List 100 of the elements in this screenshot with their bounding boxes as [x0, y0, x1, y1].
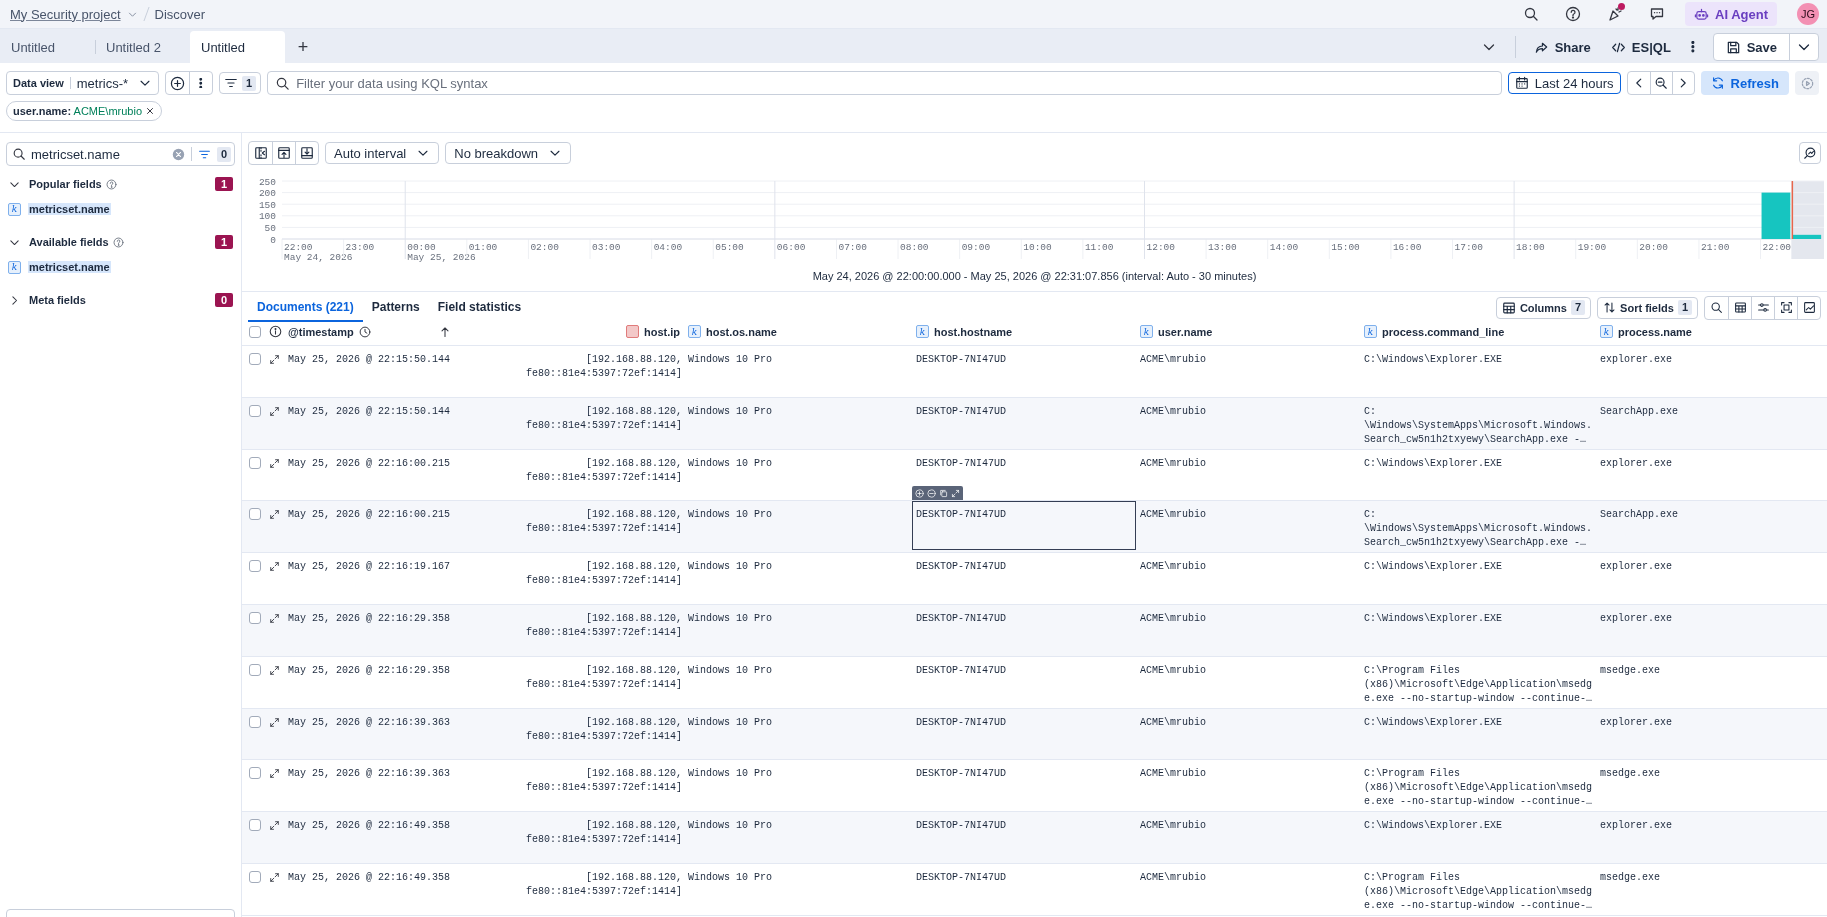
table-cell: May 25, 2026 @ 22:16:39.363 — [288, 768, 451, 780]
table-cell: DESKTOP-7NI47UD — [912, 501, 1136, 551]
row-checkbox[interactable] — [249, 767, 261, 780]
section-toggle[interactable]: Popular fields 1 — [6, 173, 235, 195]
field-item[interactable]: metricset.name — [28, 203, 111, 215]
expand-icon — [269, 457, 280, 469]
row-checkbox[interactable] — [249, 456, 261, 469]
row-checkbox[interactable] — [249, 404, 261, 417]
table-cell: explorer.exe — [1600, 354, 1672, 365]
expand-row-button[interactable] — [269, 716, 280, 728]
table-cell: May 25, 2026 @ 22:16:00.215 — [288, 509, 451, 521]
table-cell: Windows 10 Pro — [688, 820, 772, 832]
tab[interactable]: Patterns — [362, 293, 429, 322]
expand-row-button[interactable] — [269, 871, 280, 883]
current-time-marker — [1791, 180, 1794, 240]
table-icon — [1501, 300, 1516, 315]
expand-row-button[interactable] — [269, 354, 280, 365]
tab[interactable]: Untitled 2 — [95, 31, 190, 63]
tick-label: 22:00 — [284, 242, 313, 253]
table-cell-text: DESKTOP-7NI47UD — [915, 767, 1007, 782]
table-cell: May 25, 2026 @ 22:15:50.144 — [288, 405, 451, 417]
tab[interactable]: Untitled — [0, 31, 95, 63]
table-cell-text: DESKTOP-7NI47UD — [915, 663, 1007, 678]
section-toggle[interactable]: Meta fields 0 — [6, 289, 235, 311]
table-cell: ACME\mrubio — [1140, 405, 1206, 417]
expand-row-button[interactable] — [269, 613, 280, 624]
expand-icon — [269, 716, 280, 728]
table-cell: Windows 10 Pro — [688, 457, 772, 469]
table-cell: May 25, 2026 @ 22:16:39.363 — [288, 716, 451, 728]
row-checkbox[interactable] — [249, 353, 261, 365]
row-checkbox[interactable] — [249, 663, 261, 676]
row-checkbox[interactable] — [249, 508, 261, 521]
ai-agent-button[interactable]: AI Agent — [1685, 2, 1777, 26]
kebab-icon — [199, 77, 203, 89]
table-cell: [192.168.88.120, fe80::81e4:5397:72ef:1414] — [525, 768, 682, 794]
expand-icon — [269, 768, 280, 780]
tick-label: 03:00 — [592, 242, 621, 253]
save-button[interactable]: Save — [1713, 34, 1789, 60]
field-filter-button[interactable]: 0 — [197, 146, 231, 162]
row-checkbox[interactable] — [249, 560, 261, 573]
table-cell: [192.168.88.120, fe80::81e4:5397:72ef:1414] — [525, 405, 682, 431]
inspect-button[interactable] — [1799, 142, 1821, 164]
expand-row-button[interactable] — [269, 820, 280, 832]
row-checkbox[interactable] — [249, 612, 261, 624]
expand-row-button[interactable] — [269, 664, 280, 676]
select-all-checkbox[interactable] — [249, 325, 261, 338]
keyword-type-icon: k — [1364, 325, 1377, 339]
tick-label: 17:00 — [1454, 242, 1484, 253]
project-switcher[interactable]: My Security project — [10, 6, 138, 22]
expand-row-button[interactable] — [269, 768, 280, 780]
calendar-icon — [1514, 76, 1529, 90]
row-checkbox[interactable] — [249, 870, 261, 883]
share-button[interactable]: Share — [1525, 34, 1599, 60]
field-item[interactable]: metricset.name — [28, 261, 111, 273]
close-icon — [145, 106, 155, 116]
tick-label: 02:00 — [530, 242, 559, 253]
tick-label: 09:00 — [961, 242, 991, 253]
tab[interactable]: Untitled — [190, 31, 285, 63]
filters-button[interactable]: 1 — [219, 72, 262, 94]
table-cell-text: DESKTOP-7NI47UD — [915, 353, 1007, 367]
tick-label: 20:00 — [1639, 242, 1668, 253]
clock-icon — [358, 325, 371, 338]
table-cell: Windows 10 Pro — [688, 509, 772, 521]
save-icon — [1725, 39, 1741, 55]
table-cell: ACME\mrubio — [1140, 664, 1206, 676]
breadcrumb: Discover — [154, 6, 206, 22]
esql-button[interactable]: ES|QL — [1602, 34, 1679, 60]
column-header: user.name — [1158, 325, 1213, 338]
auto-refresh-icon — [1799, 75, 1815, 91]
sort-fields-button[interactable]: Sort fields 1 — [1597, 296, 1698, 319]
date-picker-button[interactable]: Last 24 hours — [1507, 72, 1621, 94]
row-checkbox[interactable] — [249, 819, 261, 832]
info-icon — [269, 325, 282, 339]
tab[interactable]: Field statistics — [428, 293, 531, 322]
data-view-picker[interactable]: metrics-* — [76, 75, 153, 91]
query-field[interactable]: Filter your data using KQL syntax — [267, 71, 1502, 95]
row-checkbox[interactable] — [249, 715, 261, 728]
tick-label: 16:00 — [1392, 242, 1422, 253]
expand-row-button[interactable] — [269, 405, 280, 417]
columns-button[interactable]: Columns 7 — [1495, 296, 1592, 319]
table-cell: Windows 10 Pro — [688, 405, 772, 417]
clear-button[interactable] — [171, 147, 185, 161]
table-cell: explorer.exe — [1600, 716, 1672, 728]
table-cell: May 25, 2026 @ 22:16:49.358 — [288, 820, 451, 832]
table-cell: ACME\mrubio — [1140, 354, 1206, 365]
interval-dropdown[interactable]: Auto interval — [325, 142, 440, 164]
refresh-button[interactable]: Refresh — [1700, 71, 1789, 95]
new-tab-button[interactable]: + — [285, 31, 321, 63]
expand-row-button[interactable] — [269, 457, 280, 469]
table-cell: May 25, 2026 @ 22:16:29.358 — [288, 664, 451, 676]
tab[interactable]: Documents (221) — [248, 293, 363, 322]
breakdown-dropdown[interactable]: No breakdown — [445, 142, 572, 164]
user-avatar[interactable]: JG — [1797, 3, 1819, 25]
section-toggle[interactable]: Available fields 1 — [6, 231, 235, 253]
expand-icon — [269, 664, 280, 676]
table-cell: Windows 10 Pro — [688, 716, 772, 728]
expand-row-button[interactable] — [269, 561, 280, 573]
filter-icon — [224, 76, 239, 90]
expand-row-button[interactable] — [269, 509, 280, 521]
date-label: May 25, 2026 — [407, 252, 476, 263]
